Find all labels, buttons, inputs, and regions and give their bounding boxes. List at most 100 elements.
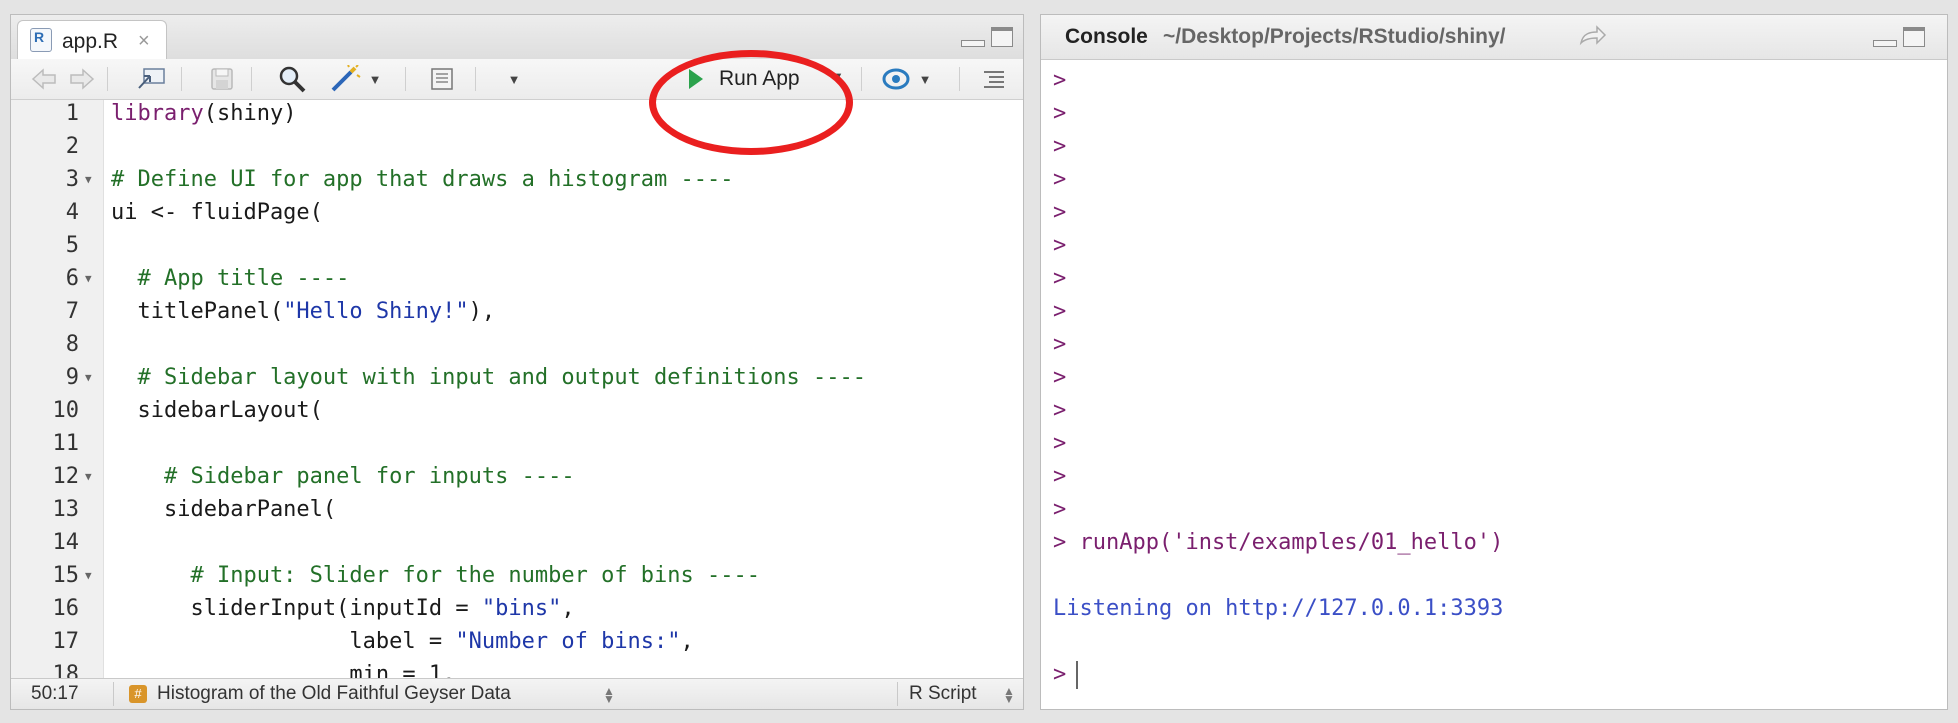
- code-text: ui <- fluidPage(: [111, 196, 323, 229]
- fold-toggle-icon[interactable]: ▼: [85, 262, 92, 295]
- go-to-directory-arrow-icon[interactable]: [1579, 25, 1607, 52]
- console-line-text: >: [1053, 662, 1067, 687]
- find-replace-icon[interactable]: [275, 65, 309, 93]
- code-line[interactable]: 15 ▼ # Input: Slider for the number of bi…: [11, 559, 1023, 592]
- code-line[interactable]: 4 ui <- fluidPage(: [11, 196, 1023, 229]
- show-in-window-icon[interactable]: [135, 65, 169, 93]
- fold-toggle-icon[interactable]: ▼: [85, 460, 92, 493]
- code-token: ,: [561, 596, 575, 621]
- console-pane: Console ~/Desktop/Projects/RStudio/shiny…: [1040, 14, 1948, 710]
- code-text: library(shiny): [111, 100, 296, 130]
- code-token: "bins": [481, 596, 562, 621]
- code-text: sidebarPanel(: [111, 493, 336, 526]
- code-token: label =: [111, 629, 456, 654]
- code-text: label = "Number of bins:",: [111, 625, 694, 658]
- code-line[interactable]: 1 library(shiny): [11, 100, 1023, 130]
- console-line-text: >: [1053, 101, 1067, 126]
- code-token: # Sidebar layout with input and output d…: [111, 365, 866, 390]
- fold-toggle-icon[interactable]: ▼: [85, 361, 92, 394]
- code-text: min = 1,: [111, 658, 455, 679]
- console-title: Console: [1065, 25, 1148, 48]
- code-token: sliderInput(inputId =: [111, 596, 482, 621]
- line-number: 5: [65, 233, 79, 258]
- console-line: >: [1053, 163, 1066, 196]
- code-token: ,: [680, 629, 694, 654]
- code-line[interactable]: 8: [11, 328, 1023, 361]
- code-token: sidebarLayout(: [111, 398, 323, 423]
- editor-status-bar: 50:17 # Histogram of the Old Faithful Ge…: [11, 678, 1023, 709]
- code-line[interactable]: 17 label = "Number of bins:",: [11, 625, 1023, 658]
- code-token: "Hello Shiny!": [283, 299, 469, 324]
- console-line: >: [1053, 97, 1066, 130]
- line-number: 3: [65, 167, 79, 192]
- code-text: titlePanel("Hello Shiny!"),: [111, 295, 495, 328]
- cursor-position: 50:17: [31, 683, 79, 704]
- file-type-selector[interactable]: R Script: [909, 683, 977, 705]
- console-line: >: [1053, 658, 1079, 691]
- line-number: 8: [65, 332, 79, 357]
- section-badge-icon: #: [129, 685, 147, 703]
- code-line[interactable]: 9 ▼ # Sidebar layout with input and outpu…: [11, 361, 1023, 394]
- code-text: # Sidebar panel for inputs ----: [111, 460, 575, 493]
- console-line: >: [1053, 295, 1066, 328]
- code-line[interactable]: 2: [11, 130, 1023, 163]
- run-app-options-caret[interactable]: ▼: [831, 69, 844, 84]
- console-line-text: >: [1053, 431, 1067, 456]
- code-line[interactable]: 5: [11, 229, 1023, 262]
- code-line[interactable]: 14: [11, 526, 1023, 559]
- code-line[interactable]: 13 sidebarPanel(: [11, 493, 1023, 526]
- code-token: # Sidebar panel for inputs ----: [111, 464, 575, 489]
- code-line[interactable]: 11: [11, 427, 1023, 460]
- document-outline-icon[interactable]: [977, 65, 1011, 93]
- code-token: # Define UI for app that draws a histogr…: [111, 167, 734, 192]
- compile-report-icon[interactable]: [425, 65, 459, 93]
- text-cursor: [1076, 661, 1079, 689]
- line-number: 14: [52, 530, 80, 555]
- console-line-text: >: [1053, 68, 1067, 93]
- minimize-pane-icon[interactable]: [1873, 40, 1897, 47]
- console-line-text: >: [1053, 365, 1067, 390]
- run-app-button[interactable]: Run App ▼: [679, 65, 844, 93]
- code-line[interactable]: 10 sidebarLayout(: [11, 394, 1023, 427]
- minimize-pane-icon[interactable]: [961, 40, 985, 47]
- line-number: 18: [52, 662, 80, 679]
- line-number: 13: [52, 497, 80, 522]
- run-app-label: Run App: [719, 67, 800, 90]
- publish-icon[interactable]: ▼: [873, 65, 937, 93]
- code-tools-wand-icon[interactable]: ▼: [327, 65, 383, 93]
- maximize-pane-icon[interactable]: [991, 27, 1013, 47]
- code-token: min = 1,: [111, 662, 456, 679]
- code-line[interactable]: 16 sliderInput(inputId = "bins",: [11, 592, 1023, 625]
- editor-window-buttons: [961, 27, 1013, 47]
- code-token: titlePanel(: [111, 299, 284, 324]
- console-line-text: >: [1053, 497, 1067, 522]
- console-line: >: [1053, 460, 1066, 493]
- console-line: >: [1053, 394, 1066, 427]
- editor-tab-bar: R app.R ×: [11, 15, 1023, 60]
- forward-arrow-icon[interactable]: [67, 65, 97, 93]
- tab-close-icon[interactable]: ×: [138, 30, 150, 53]
- play-icon: [689, 69, 703, 89]
- back-arrow-icon[interactable]: [29, 65, 59, 93]
- console-line: Listening on http://127.0.0.1:3393: [1053, 592, 1503, 625]
- code-text: sidebarLayout(: [111, 394, 323, 427]
- function-navigator[interactable]: Histogram of the Old Faithful Geyser Dat…: [157, 683, 511, 705]
- code-token: ),: [468, 299, 496, 324]
- console-output[interactable]: > > > > > > > > > > > > > > > runApp('inst/examples/01…: [1041, 60, 1947, 709]
- fold-toggle-icon[interactable]: ▼: [85, 163, 92, 196]
- console-line: >: [1053, 130, 1066, 163]
- code-editor[interactable]: 1 library(shiny) 2 3 ▼ # Define UI for app th…: [11, 100, 1023, 679]
- console-header: Console ~/Desktop/Projects/RStudio/shiny…: [1041, 15, 1947, 60]
- console-line-text: >: [1053, 266, 1067, 291]
- code-line[interactable]: 18 min = 1,: [11, 658, 1023, 679]
- fold-toggle-icon[interactable]: ▼: [85, 559, 92, 592]
- code-line[interactable]: 12 ▼ # Sidebar panel for inputs ----: [11, 460, 1023, 493]
- maximize-pane-icon[interactable]: [1903, 27, 1925, 47]
- options-dropdown-caret[interactable]: ▼: [499, 65, 529, 93]
- code-line[interactable]: 7 titlePanel("Hello Shiny!"),: [11, 295, 1023, 328]
- code-line[interactable]: 6 ▼ # App title ----: [11, 262, 1023, 295]
- code-line[interactable]: 3 ▼ # Define UI for app that draws a histo…: [11, 163, 1023, 196]
- tab-app-r[interactable]: R app.R ×: [17, 20, 167, 60]
- line-number: 16: [52, 596, 80, 621]
- save-icon[interactable]: [207, 65, 237, 93]
